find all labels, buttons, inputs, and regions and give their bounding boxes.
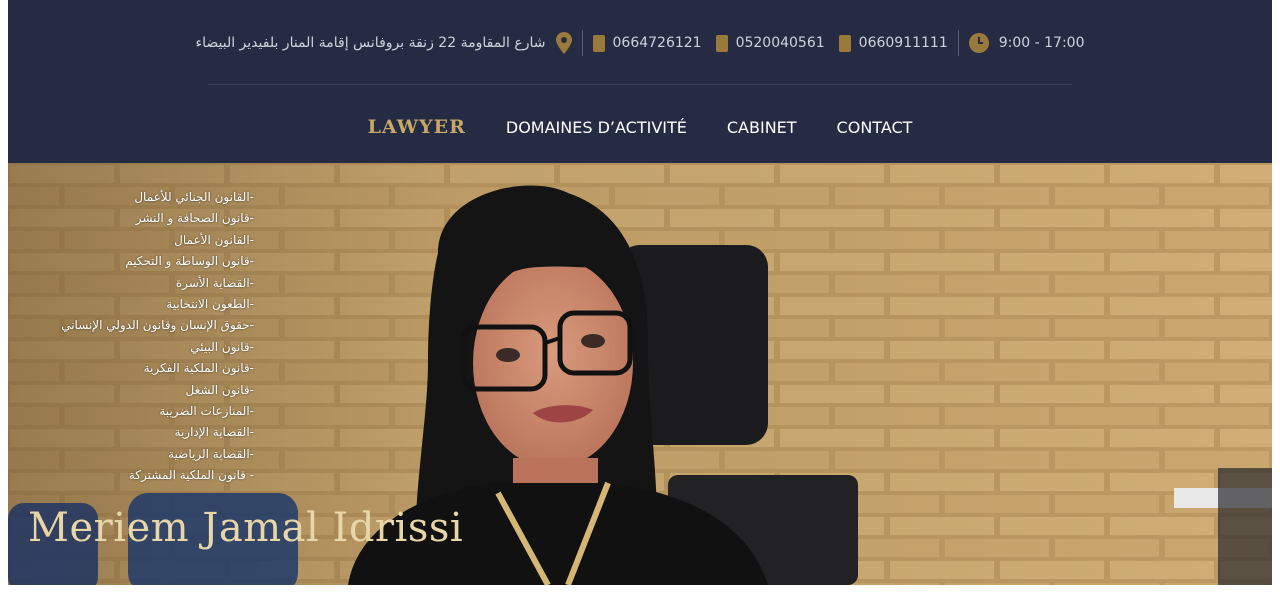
phone-number[interactable]: 0664726121 xyxy=(613,35,702,51)
hours-text: 9:00 - 17:00 xyxy=(998,35,1085,51)
phone-number[interactable]: 0660911111 xyxy=(859,35,948,51)
lawyer-name: Meriem Jamal Idrissi xyxy=(28,505,464,551)
phone-item[interactable]: 0664726121 xyxy=(592,34,702,52)
divider xyxy=(957,30,959,56)
phone-item[interactable]: 0520040561 xyxy=(715,34,825,52)
contact-bar: شارع المقاومة 22 زنقة بروفانس إقامة المن… xyxy=(8,28,1272,58)
main-nav: LAWYER DOMAINES D’ACTIVITÉ CABINET CONTA… xyxy=(8,112,1272,142)
service-item: -القضاية الرياضية xyxy=(168,446,254,461)
divider xyxy=(581,30,583,56)
address-text: شارع المقاومة 22 زنقة بروفانس إقامة المن… xyxy=(195,35,546,51)
service-item: -قانون الشغل xyxy=(185,382,254,397)
phone-item[interactable]: 0660911111 xyxy=(838,34,948,52)
service-item: -قانون البيئي xyxy=(190,339,254,354)
hours-item: 9:00 - 17:00 xyxy=(968,33,1085,53)
service-item: -حقوق الإنسان وقانون الدولي الإنساني xyxy=(61,318,254,333)
service-item: -قانون الصحافة و النشر xyxy=(135,211,254,226)
phone-icon xyxy=(838,34,851,52)
nav-contact[interactable]: CONTACT xyxy=(837,118,913,137)
clock-icon xyxy=(968,33,989,53)
service-item: -الطعون الانتخابية xyxy=(166,297,254,312)
hero-banner: -القانون الجنائي للأعمال -قانون الصحافة … xyxy=(8,163,1272,585)
service-item: -القانون الجنائي للأعمال xyxy=(134,190,254,204)
address-item: شارع المقاومة 22 زنقة بروفانس إقامة المن… xyxy=(196,32,572,54)
phones-group: 0664726121 0520040561 0660911111 xyxy=(592,34,948,52)
nav-cabinet[interactable]: CABINET xyxy=(727,118,797,137)
service-item: -قانون الملكية الفكرية xyxy=(143,361,254,376)
phone-icon xyxy=(715,34,728,52)
location-pin-icon xyxy=(555,32,572,54)
site-logo[interactable]: LAWYER xyxy=(368,116,466,138)
service-item: -القانون الأعمال xyxy=(174,232,254,247)
page-frame: شارع المقاومة 22 زنقة بروفانس إقامة المن… xyxy=(8,0,1272,585)
service-item: -القضاية الأسرة xyxy=(175,275,254,290)
site-header: شارع المقاومة 22 زنقة بروفانس إقامة المن… xyxy=(8,0,1272,163)
phone-number[interactable]: 0520040561 xyxy=(736,35,825,51)
phone-icon xyxy=(592,34,605,52)
service-item: - قانون الملكية المشتركة xyxy=(128,468,254,483)
services-list: -القانون الجنائي للأعمال -قانون الصحافة … xyxy=(48,187,254,487)
service-item: -المنازعات الضريبة xyxy=(159,404,254,419)
header-divider xyxy=(208,84,1072,85)
service-item: -القضاية الإدارية xyxy=(174,425,254,440)
service-item: -قانون الوساطة و التحكيم xyxy=(125,254,254,269)
nav-domaines[interactable]: DOMAINES D’ACTIVITÉ xyxy=(506,118,687,137)
